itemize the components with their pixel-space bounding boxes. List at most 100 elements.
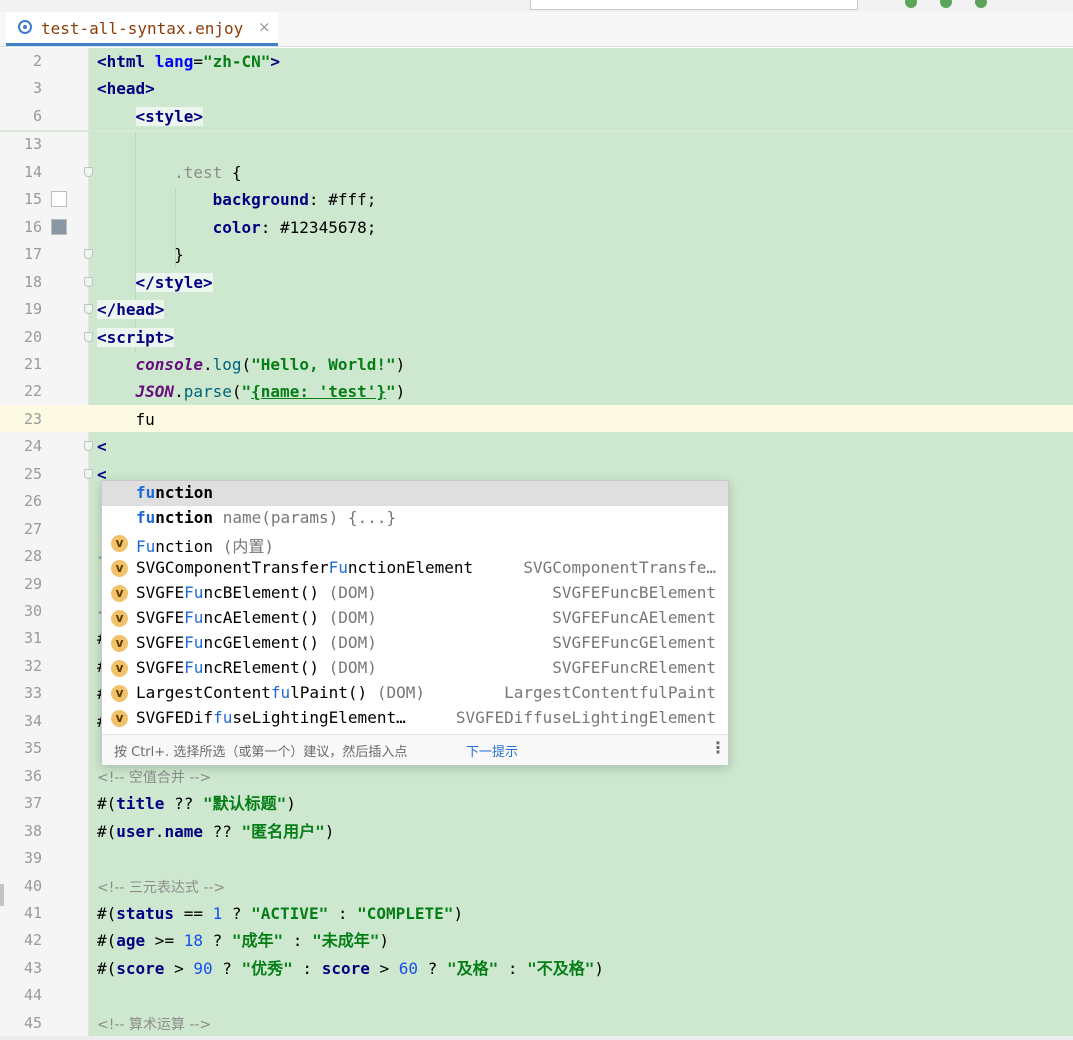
code-line[interactable]: 3 <head> — [0, 75, 1073, 102]
code-line[interactable]: 45 <!-- 算术运算 --> — [0, 1010, 1073, 1037]
line-number: 19 — [23, 300, 42, 319]
run-config-field[interactable] — [530, 0, 858, 10]
code-text: </head> — [97, 300, 165, 320]
code-line[interactable]: 15 background: #fff; — [0, 186, 1073, 213]
line-number: 21 — [23, 354, 42, 373]
code-line[interactable]: 39 — [0, 845, 1073, 872]
line-number: 39 — [23, 849, 42, 868]
code-line[interactable]: 43 #(score > 90 ? "优秀" : score > 60 ? "及格… — [0, 955, 1073, 982]
completion-item-name: function name(params) {...} — [136, 508, 397, 527]
completion-item[interactable]: v SVGFEDiffuseLightingElement… SVGFEDiffus… — [102, 706, 728, 731]
next-hint-link[interactable]: 下一提示 — [466, 741, 518, 760]
line-number: 34 — [23, 711, 42, 730]
completion-item[interactable]: v SVGFEFuncRElement() (DOM) SVGFEFuncRElem… — [102, 656, 728, 681]
coverage-icon[interactable] — [975, 0, 987, 8]
completion-hint: 按 Ctrl+. 选择所选（或第一个）建议，然后插入点 — [114, 745, 408, 760]
editor-tab[interactable]: test-all-syntax.enjoy × — [6, 12, 278, 46]
color-swatch-icon[interactable] — [51, 218, 67, 235]
code-editor[interactable]: 2 <html lang="zh-CN"> 3 <head> 6 <style> 13 14… — [0, 48, 1073, 1040]
code-line[interactable]: 2 <html lang="zh-CN"> — [0, 48, 1073, 75]
line-number: 14 — [23, 162, 42, 181]
code-line[interactable]: 6 <style> — [0, 103, 1073, 130]
line-number: 2 — [32, 52, 42, 70]
line-number: 36 — [23, 766, 42, 785]
line-number: 32 — [23, 656, 42, 675]
code-line[interactable]: 22 JSON.parse("{name: 'test'}") — [0, 378, 1073, 405]
line-number: 29 — [23, 574, 42, 593]
code-line[interactable]: 19 </head> — [0, 296, 1073, 323]
variable-kind-icon: v — [111, 635, 128, 652]
code-text: #(title ?? "默认标题") — [97, 794, 296, 814]
fold-marker-icon[interactable] — [84, 468, 93, 479]
code-text: color: #12345678; — [212, 217, 377, 237]
code-line[interactable]: 17 } — [0, 241, 1073, 268]
editor-tab-bar: test-all-syntax.enjoy × — [0, 12, 1073, 47]
code-line[interactable]: 24 < — [0, 433, 1073, 460]
code-line[interactable]: 38 #(user.name ?? "匿名用户") — [0, 818, 1073, 845]
completion-item[interactable]: v SVGFEFuncGElement() (DOM) SVGFEFuncGElem… — [102, 631, 728, 656]
debug-icon[interactable] — [940, 0, 952, 8]
completion-item[interactable]: v LargestContentfulPaint() (DOM) LargestCo… — [102, 681, 728, 706]
line-number: 17 — [23, 245, 42, 264]
line-number: 22 — [23, 382, 42, 401]
code-text: <!-- 空值合并 --> — [97, 769, 212, 786]
code-line[interactable]: 23 fu — [0, 406, 1073, 433]
code-line[interactable]: 42 #(age >= 18 ? "成年" : "未成年") — [0, 927, 1073, 954]
line-number: 43 — [23, 958, 42, 977]
code-line[interactable]: 41 #(status == 1 ? "ACTIVE" : "COMPLETE") — [0, 900, 1073, 927]
code-text: #(status == 1 ? "ACTIVE" : "COMPLETE") — [97, 903, 464, 923]
line-number: 38 — [23, 821, 42, 840]
code-text: } — [97, 245, 184, 265]
color-swatch-icon[interactable] — [51, 191, 67, 208]
line-number: 37 — [23, 794, 42, 813]
completion-item-name: SVGFEDiffuseLightingElement… — [136, 708, 406, 727]
code-text: fu — [97, 409, 155, 429]
run-icon[interactable] — [905, 0, 917, 8]
code-line[interactable]: 18 </style> — [0, 269, 1073, 296]
more-options-icon[interactable]: ⋮ — [710, 738, 726, 757]
fold-marker-icon[interactable] — [84, 304, 93, 315]
completion-item[interactable]: v SVGFEFuncBElement() (DOM) SVGFEFuncBElem… — [102, 581, 728, 606]
line-number: 13 — [23, 135, 42, 154]
code-line[interactable]: 40 <!-- 三元表达式 --> — [0, 873, 1073, 900]
line-number: 15 — [23, 190, 42, 209]
line-number: 16 — [23, 217, 42, 236]
code-line[interactable]: 36 <!-- 空值合并 --> — [0, 763, 1073, 790]
code-line[interactable]: 37 #(title ?? "默认标题") — [0, 790, 1073, 817]
line-number: 3 — [32, 79, 42, 98]
line-number: 35 — [23, 739, 42, 758]
code-line[interactable]: 16 color: #12345678; — [0, 214, 1073, 241]
code-line[interactable]: 44 — [0, 982, 1073, 1009]
line-number: 26 — [23, 492, 42, 511]
completion-item[interactable]: v Function (内置) — [102, 531, 728, 556]
code-line[interactable]: 13 — [0, 131, 1073, 158]
fold-marker-icon[interactable] — [84, 249, 93, 260]
code-text: background: #fff; — [212, 190, 377, 210]
code-text: <!-- 算术运算 --> — [97, 1016, 212, 1033]
fold-marker-icon[interactable] — [84, 441, 93, 452]
completion-item[interactable]: v SVGFEFuncAElement() (DOM) SVGFEFuncAElem… — [102, 606, 728, 631]
code-text: <head> — [97, 79, 155, 99]
line-number: 18 — [23, 272, 42, 291]
variable-kind-icon: v — [111, 560, 128, 577]
code-text: #(score > 90 ? "优秀" : score > 60 ? "及格" … — [97, 958, 605, 978]
completion-item[interactable]: v SVGComponentTransferFunctionElement SVGC… — [102, 556, 728, 581]
fold-marker-icon[interactable] — [84, 276, 93, 287]
completion-item[interactable]: function name(params) {...} — [102, 506, 728, 531]
code-text: #(age >= 18 ? "成年" : "未成年") — [97, 931, 389, 951]
completion-item[interactable]: function — [102, 481, 728, 506]
completion-item-name: SVGFEFuncGElement() (DOM) — [136, 633, 377, 652]
completion-item-type: SVGComponentTransfe… — [523, 558, 716, 577]
code-line[interactable]: 14 .test { — [0, 159, 1073, 186]
code-line[interactable]: 20 <script> — [0, 324, 1073, 351]
line-number: 6 — [32, 106, 42, 125]
horizontal-scrollbar[interactable] — [0, 1036, 1073, 1040]
code-text: JSON.parse("{name: 'test'}") — [135, 382, 406, 402]
code-line[interactable]: 21 console.log("Hello, World!") — [0, 351, 1073, 378]
fold-marker-icon[interactable] — [84, 331, 93, 342]
close-icon[interactable]: × — [258, 18, 271, 36]
completion-item-type: LargestContentfulPaint — [504, 683, 716, 702]
fold-marker-icon[interactable] — [84, 166, 93, 177]
tab-filename: test-all-syntax.enjoy — [41, 19, 244, 38]
completion-popup[interactable]: function function name(params) {...} v Func… — [101, 480, 729, 765]
